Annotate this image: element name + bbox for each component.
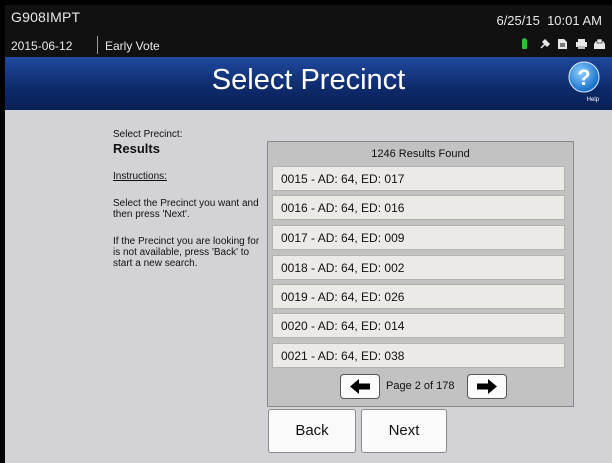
status-icons [521,37,605,49]
pagination: Page 2 of 178 [268,373,573,401]
arrow-right-icon [477,379,497,394]
precinct-row[interactable]: 0015 - AD: 64, ED: 017 [272,166,565,191]
printer-icon [575,37,587,49]
instruction-text-1: Select the Precinct you want and then pr… [113,198,259,220]
divider [97,36,98,54]
battery-icon [521,37,532,49]
page-title: Select Precinct [211,64,406,96]
precinct-row[interactable]: 0016 - AD: 64, ED: 016 [272,195,565,220]
results-panel: 1246 Results Found 0015 - AD: 64, ED: 01… [267,141,574,407]
instructions-panel: Select Precinct: Results Instructions: S… [113,129,263,269]
next-page-button[interactable] [467,374,507,399]
clock: 6/25/15 10:01 AM [496,13,602,28]
results-heading: Results [113,141,160,156]
document-icon [557,37,568,49]
instruction-text-2: If the Precinct you are looking for is n… [113,236,260,269]
precinct-row[interactable]: 0017 - AD: 64, ED: 009 [272,225,565,250]
ballot-box-icon [593,37,605,49]
help-icon: ? [568,61,600,93]
plug-icon [539,37,551,49]
select-precinct-label: Select Precinct: [113,129,183,140]
arrow-left-icon [350,379,370,394]
results-count: 1246 Results Found [371,148,470,160]
status-bar: G908IMPT 2015-06-12 Early Vote 6/25/15 1… [5,5,612,57]
precinct-row[interactable]: 0020 - AD: 64, ED: 014 [272,313,565,338]
precinct-row[interactable]: 0019 - AD: 64, ED: 026 [272,284,565,309]
back-button[interactable]: Back [268,409,356,453]
election-date: 2015-06-12 [11,39,73,53]
instructions-heading: Instructions: [113,171,167,182]
precinct-row[interactable]: 0018 - AD: 64, ED: 002 [272,255,565,280]
precinct-row[interactable]: 0021 - AD: 64, ED: 038 [272,343,565,368]
kiosk-screen: G908IMPT 2015-06-12 Early Vote 6/25/15 1… [0,0,612,463]
previous-page-button[interactable] [340,374,380,399]
vote-mode: Early Vote [105,39,160,53]
device-id: G908IMPT [11,9,81,25]
title-bar: Select Precinct ? Help [5,57,612,110]
page-indicator: Page 2 of 178 [386,380,455,392]
next-button[interactable]: Next [361,409,447,453]
svg-text:?: ? [577,65,590,90]
help-label: Help [586,97,599,103]
